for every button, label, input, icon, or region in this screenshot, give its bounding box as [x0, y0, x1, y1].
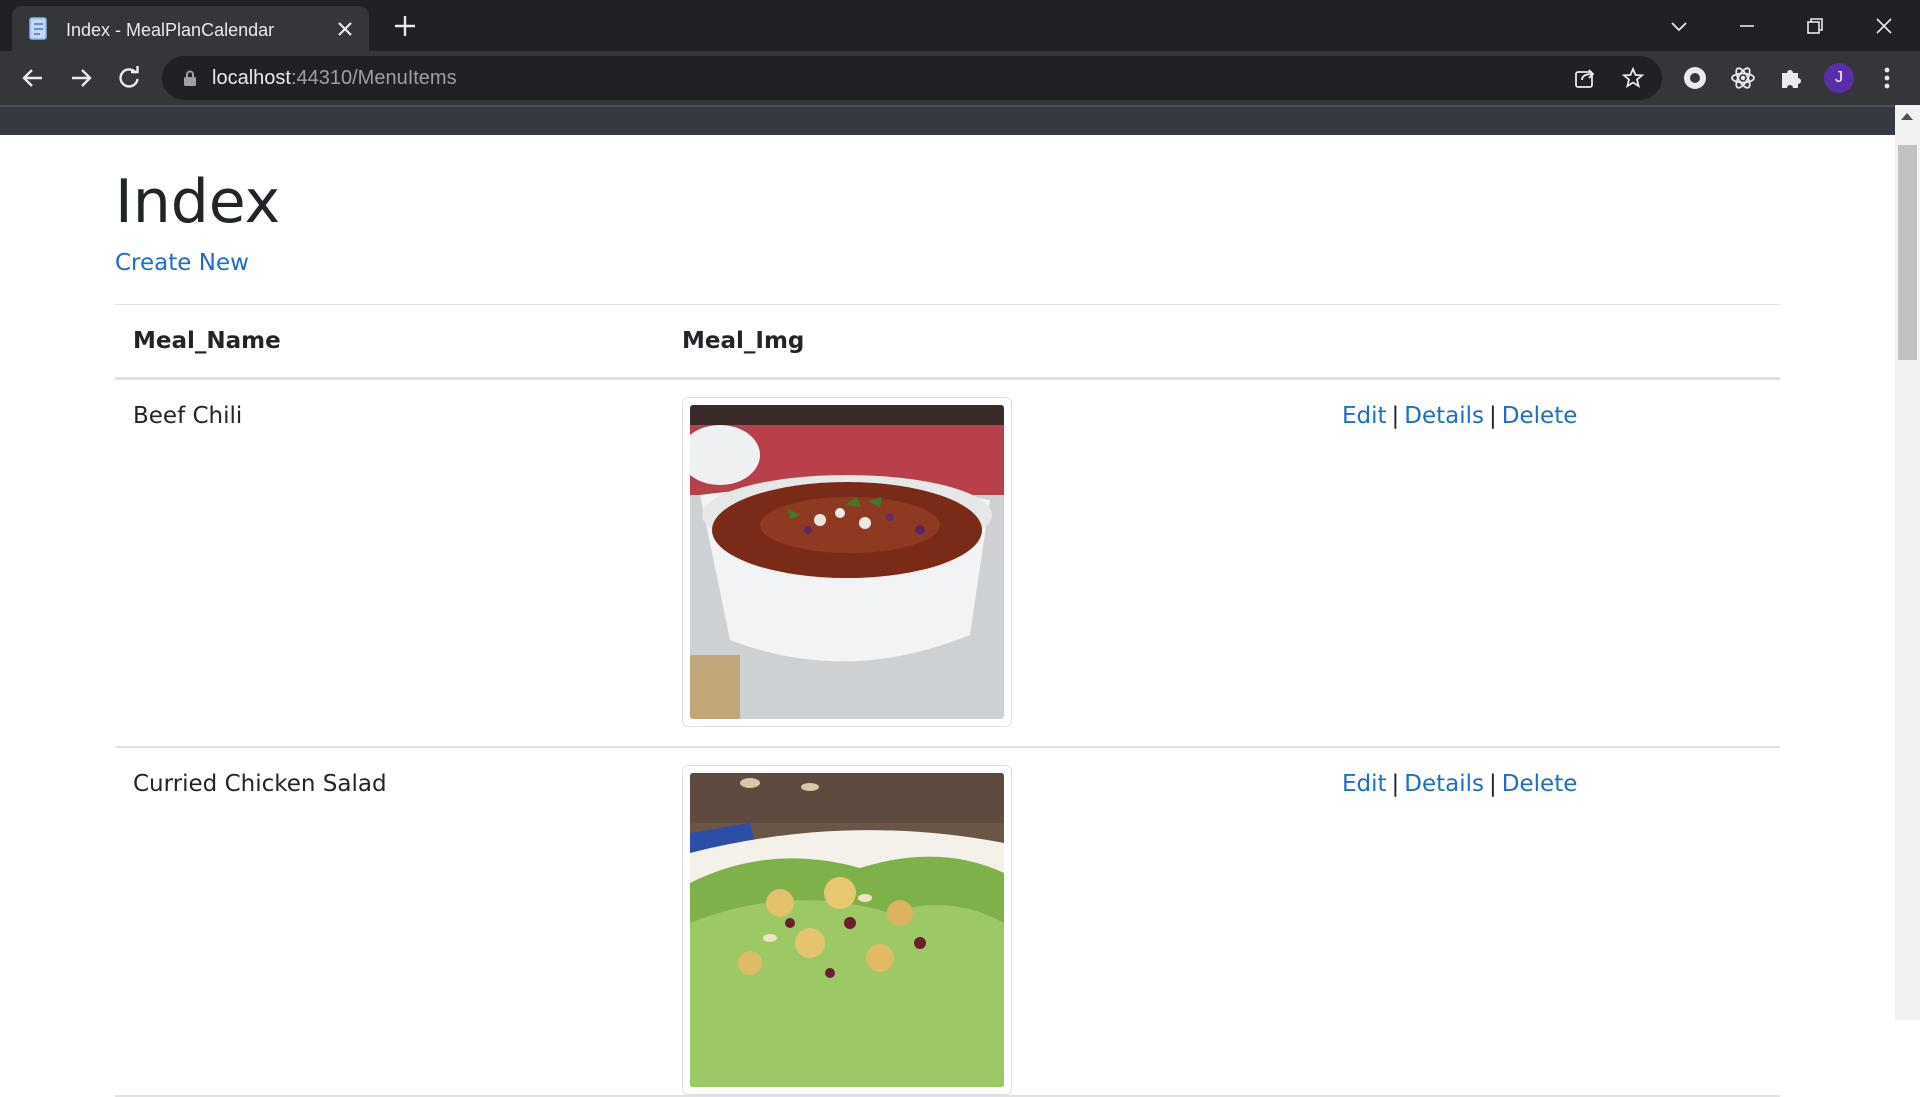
- column-header-actions: [1324, 304, 1780, 380]
- meal-image-thumbnail: [682, 764, 1012, 1095]
- puzzle-extensions-icon[interactable]: [1777, 64, 1805, 92]
- reload-icon[interactable]: [114, 63, 144, 93]
- tab-title: Index - MealPlanCalendar: [66, 20, 275, 40]
- react-devtools-icon[interactable]: [1729, 64, 1757, 92]
- scroll-up-arrow-icon[interactable]: [1901, 113, 1913, 120]
- delete-link[interactable]: Delete: [1502, 403, 1578, 429]
- column-header-meal-img: Meal_Img: [664, 304, 1324, 380]
- menu-kebab-icon[interactable]: [1873, 64, 1901, 92]
- lock-icon[interactable]: [182, 69, 198, 87]
- separator: |: [1391, 403, 1400, 429]
- separator: |: [1391, 770, 1400, 797]
- close-icon[interactable]: [333, 17, 357, 41]
- browser-tab-strip: Index - MealPlanCalendar: [0, 0, 1920, 51]
- site-navbar: [0, 105, 1895, 135]
- minimize-icon[interactable]: [1729, 8, 1765, 44]
- separator: |: [1489, 770, 1497, 797]
- forward-arrow-icon[interactable]: [66, 63, 96, 93]
- new-tab-icon[interactable]: [390, 11, 420, 41]
- back-arrow-icon[interactable]: [18, 63, 48, 93]
- beef-chili-image: [690, 405, 1004, 719]
- create-new-link[interactable]: Create New: [115, 250, 249, 276]
- curried-chicken-salad-image: [690, 772, 1004, 1087]
- restore-icon[interactable]: [1797, 8, 1833, 44]
- meal-image-thumbnail: [682, 397, 1012, 727]
- details-link[interactable]: Details: [1404, 771, 1484, 797]
- url-host: localhost: [212, 67, 291, 89]
- address-bar[interactable]: localhost:44310/MenuItems: [162, 56, 1662, 100]
- menu-items-table: Meal_Name Meal_Img Beef Chili Edit | Det…: [115, 304, 1780, 1097]
- meal-img-cell: [664, 746, 1324, 1097]
- vertical-scrollbar[interactable]: [1895, 105, 1920, 1020]
- url-text[interactable]: localhost:44310/MenuItems: [212, 67, 457, 90]
- extension-circle-icon[interactable]: [1681, 64, 1709, 92]
- table-row: Beef Chili Edit | Details | Delete: [115, 378, 1780, 748]
- column-header-meal-name: Meal_Name: [115, 304, 664, 380]
- share-icon[interactable]: [1573, 66, 1597, 90]
- row-actions: Edit | Details | Delete: [1324, 378, 1780, 748]
- scroll-thumb[interactable]: [1898, 145, 1917, 360]
- edit-link[interactable]: Edit: [1342, 403, 1387, 429]
- meal-name-cell: Curried Chicken Salad: [115, 746, 664, 1097]
- row-actions: Edit | Details | Delete: [1324, 746, 1780, 1097]
- browser-tab[interactable]: Index - MealPlanCalendar: [12, 6, 369, 51]
- bookmark-star-icon[interactable]: [1621, 66, 1645, 90]
- table-header-row: Meal_Name Meal_Img: [115, 304, 1780, 380]
- tab-search-icon[interactable]: [1661, 8, 1697, 44]
- details-link[interactable]: Details: [1404, 403, 1484, 429]
- delete-link[interactable]: Delete: [1502, 771, 1578, 797]
- separator: |: [1489, 403, 1497, 429]
- url-path: :44310/MenuItems: [290, 67, 457, 89]
- page-title: Index: [115, 167, 281, 237]
- browser-toolbar: localhost:44310/MenuItems J: [0, 51, 1920, 105]
- edit-link[interactable]: Edit: [1342, 771, 1387, 797]
- avatar[interactable]: J: [1824, 63, 1854, 93]
- table-row: Curried Chicken Salad Edit | Details | D…: [115, 746, 1780, 1097]
- meal-img-cell: [664, 378, 1324, 748]
- document-icon: [29, 17, 47, 40]
- meal-name-cell: Beef Chili: [115, 378, 664, 748]
- close-window-icon[interactable]: [1866, 8, 1902, 44]
